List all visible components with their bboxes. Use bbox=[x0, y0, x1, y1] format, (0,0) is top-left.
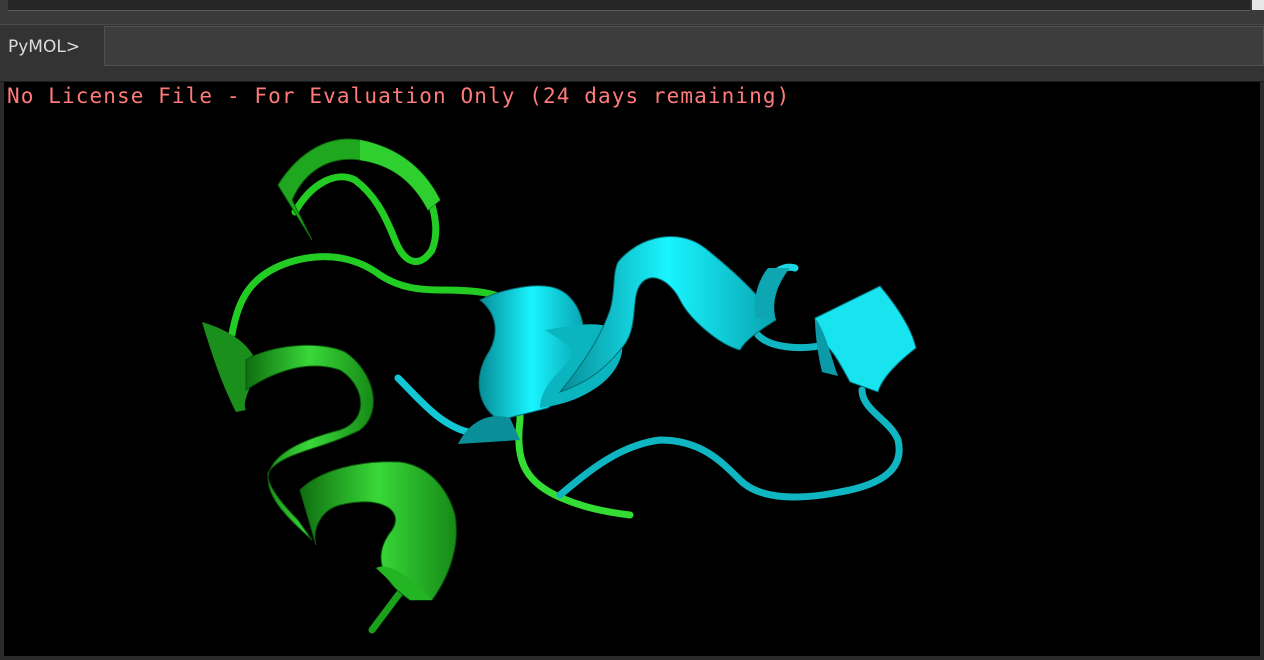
output-log[interactable] bbox=[8, 0, 1250, 11]
protein-cartoon bbox=[202, 138, 917, 634]
pymol-window: PyMOL> No License File - For Evaluation … bbox=[0, 0, 1264, 660]
command-input[interactable] bbox=[104, 26, 1264, 66]
molecular-viewport[interactable]: No License File - For Evaluation Only (2… bbox=[4, 82, 1260, 656]
output-scrollbar[interactable] bbox=[1252, 0, 1264, 10]
command-prompt-label: PyMOL> bbox=[8, 37, 81, 57]
output-panel bbox=[0, 0, 1264, 25]
chain-cyan bbox=[394, 236, 917, 501]
